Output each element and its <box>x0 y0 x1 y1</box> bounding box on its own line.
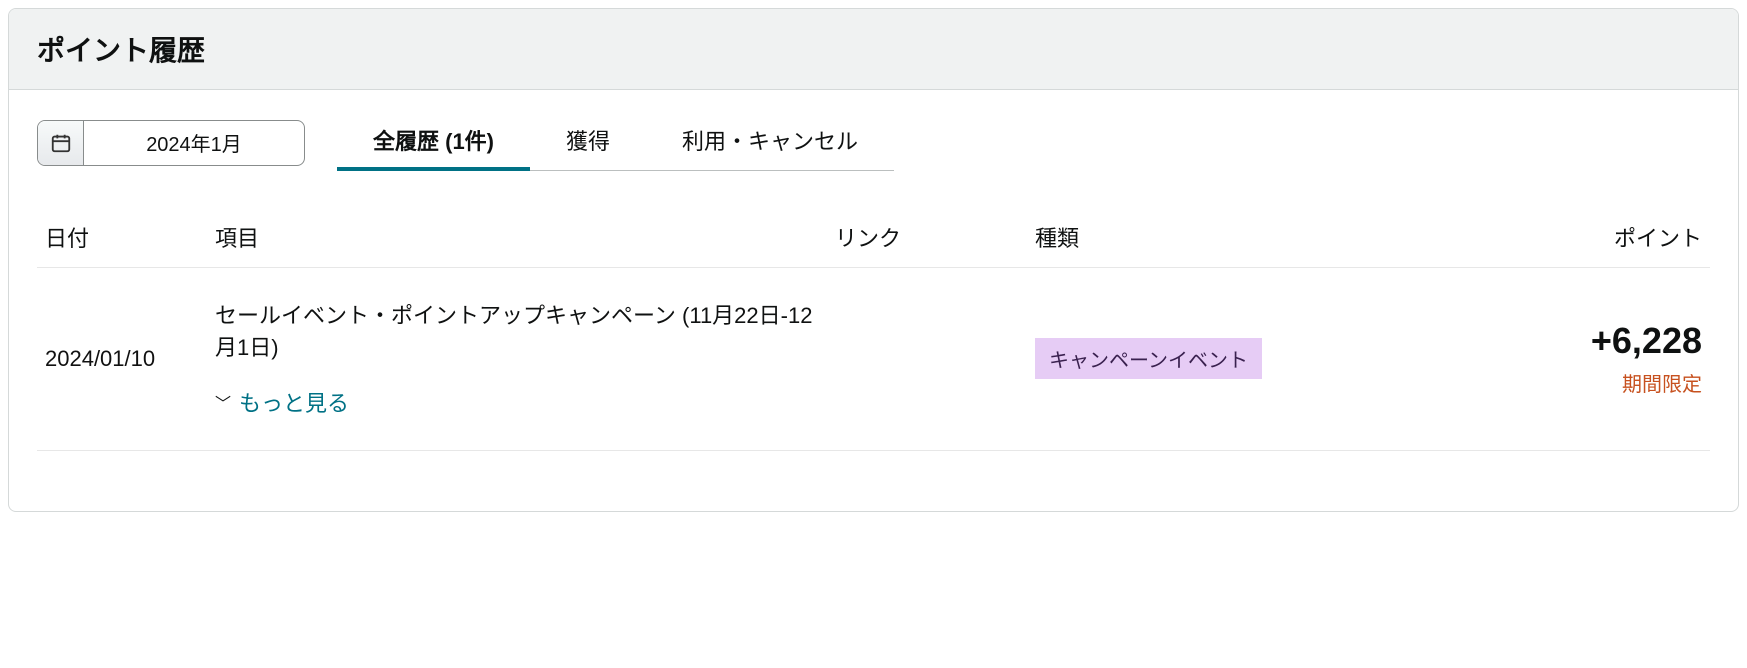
see-more-link[interactable]: ﹀ もっと見る <box>215 386 349 418</box>
points-history-card: ポイント履歴 2024年1月 全履歴 (1件) 獲得 利用・キャンセル <box>8 8 1739 512</box>
chevron-down-icon: ﹀ <box>215 390 231 414</box>
col-header-link: リンク <box>827 209 1027 268</box>
calendar-icon <box>50 132 72 154</box>
col-header-points: ポイント <box>1307 209 1710 268</box>
col-header-date: 日付 <box>37 209 207 268</box>
type-badge: キャンペーンイベント <box>1035 338 1262 379</box>
tab-earned[interactable]: 獲得 <box>530 114 646 171</box>
col-header-item: 項目 <box>207 209 827 268</box>
row-points-cell: +6,228 期間限定 <box>1307 268 1710 451</box>
page-title: ポイント履歴 <box>37 29 1710 69</box>
tab-used-cancelled[interactable]: 利用・キャンセル <box>646 114 894 171</box>
points-amount: +6,228 <box>1315 320 1702 362</box>
history-table: 日付 項目 リンク 種類 ポイント 2024/01/10 セールイベント・ポイン… <box>37 209 1710 451</box>
row-item-cell: セールイベント・ポイントアップキャンペーン (11月22日-12月1日) ﹀ も… <box>207 268 827 451</box>
points-note: 期間限定 <box>1315 368 1702 397</box>
table-row: 2024/01/10 セールイベント・ポイントアップキャンペーン (11月22日… <box>37 268 1710 451</box>
row-date: 2024/01/10 <box>37 268 207 451</box>
see-more-label: もっと見る <box>239 386 349 418</box>
card-header: ポイント履歴 <box>9 9 1738 90</box>
tab-all[interactable]: 全履歴 (1件) <box>337 114 530 171</box>
date-picker[interactable]: 2024年1月 <box>37 120 305 166</box>
calendar-button[interactable] <box>38 121 84 165</box>
history-table-wrap: 日付 項目 リンク 種類 ポイント 2024/01/10 セールイベント・ポイン… <box>9 209 1738 511</box>
row-link <box>827 268 1027 451</box>
date-picker-value[interactable]: 2024年1月 <box>84 121 304 165</box>
col-header-type: 種類 <box>1027 209 1307 268</box>
row-item-title: セールイベント・ポイントアップキャンペーン (11月22日-12月1日) <box>215 300 819 364</box>
tabs: 全履歴 (1件) 獲得 利用・キャンセル <box>337 114 894 171</box>
row-type-cell: キャンペーンイベント <box>1027 268 1307 451</box>
controls-row: 2024年1月 全履歴 (1件) 獲得 利用・キャンセル <box>9 90 1738 171</box>
